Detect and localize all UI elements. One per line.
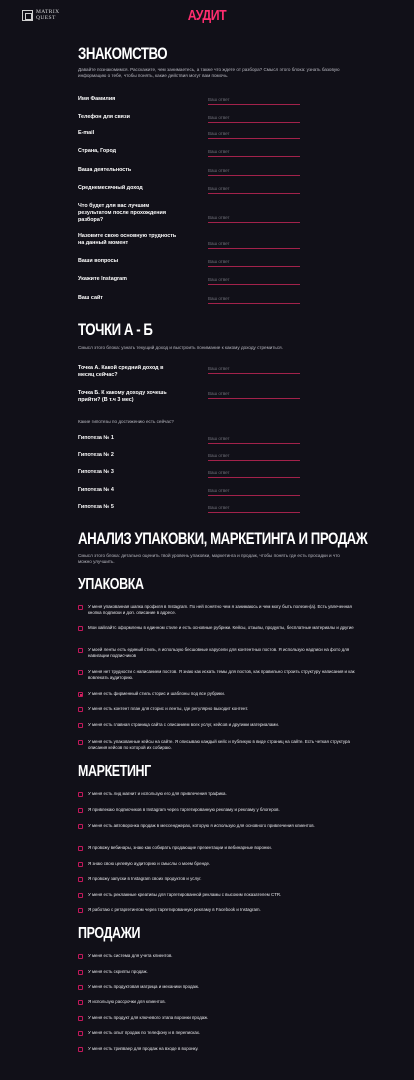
checklist-text: У меня есть упакованные кейсы на сайте. … bbox=[88, 739, 350, 751]
answer-input[interactable] bbox=[208, 276, 300, 285]
answer-input[interactable] bbox=[208, 185, 300, 194]
answer-input[interactable] bbox=[208, 487, 300, 496]
checklist-text: У меня есть система для учета клиентов. bbox=[88, 953, 173, 958]
field-label: Имя Фамилия bbox=[78, 96, 116, 102]
checklist-text: Я использую рассрочки для клиентов. bbox=[88, 999, 166, 1004]
field-label: Гипотеза № 5 bbox=[78, 504, 114, 510]
field-label: Точка А. Какой средний доход в месяц сей… bbox=[78, 365, 164, 378]
checkbox[interactable] bbox=[78, 877, 83, 882]
checkbox[interactable] bbox=[78, 723, 83, 728]
checklist-text: У меня есть трипваер для продаж на входе… bbox=[88, 1046, 199, 1051]
answer-input[interactable] bbox=[208, 504, 300, 513]
field-label: Назовите свою основную трудность на данн… bbox=[78, 233, 177, 246]
checklist-text: У меня есть скрипты продаж. bbox=[88, 969, 148, 974]
answer-input[interactable] bbox=[208, 365, 300, 374]
checklist-text: Я знаю свою целевую аудиторию и смыслы о… bbox=[88, 861, 211, 866]
checklist-text: У меня есть продуктовая матрица и механи… bbox=[88, 984, 200, 989]
field-label: Ваши вопросы bbox=[78, 258, 119, 264]
checkbox[interactable] bbox=[78, 626, 83, 631]
answer-input[interactable] bbox=[208, 130, 300, 139]
logo-mark-icon bbox=[22, 9, 33, 21]
answer-input[interactable] bbox=[208, 114, 300, 123]
checkbox[interactable] bbox=[78, 792, 83, 797]
answer-input[interactable] bbox=[208, 167, 300, 176]
checkbox[interactable] bbox=[78, 862, 83, 867]
checklist-text: Мои хайлайтс оформлены в единном стиле и… bbox=[88, 625, 354, 630]
answer-input[interactable] bbox=[208, 240, 300, 249]
field-label: Гипотеза № 3 bbox=[78, 469, 114, 475]
answer-input[interactable] bbox=[208, 258, 300, 267]
checkbox[interactable] bbox=[78, 670, 83, 675]
field-label: Укажите Instagram bbox=[78, 276, 127, 282]
checkbox[interactable] bbox=[78, 1047, 83, 1052]
field-label: Страна, Город bbox=[78, 148, 117, 154]
checkbox[interactable] bbox=[78, 954, 83, 959]
checklist-text: У меня есть рекламные креативы для тарге… bbox=[88, 892, 282, 897]
field-label: Среднемесячный доход bbox=[78, 185, 143, 191]
checklist-text: У меня есть автоворонка продаж в мессенд… bbox=[88, 823, 315, 828]
checkbox[interactable] bbox=[78, 846, 83, 851]
checklist-text: У меня есть продукт для ключевого этапа … bbox=[88, 1015, 209, 1020]
answer-input[interactable] bbox=[208, 96, 300, 105]
checkbox[interactable] bbox=[78, 824, 83, 829]
checkbox[interactable] bbox=[78, 1031, 83, 1036]
answer-input[interactable] bbox=[208, 390, 300, 399]
field-label: Что будет для вас лучшим результатом пос… bbox=[78, 203, 167, 223]
answer-input[interactable] bbox=[208, 469, 300, 478]
field-label: Ваша деятельность bbox=[78, 167, 132, 173]
answer-input[interactable] bbox=[208, 148, 300, 157]
checkbox[interactable] bbox=[78, 985, 83, 990]
header: MATRIX QUEST АУДИТ bbox=[0, 0, 414, 32]
checklist-text: Я привлекаю подписчиков в Instagram чере… bbox=[88, 807, 280, 812]
checkbox[interactable] bbox=[78, 970, 83, 975]
checklist-text: У моей ленты есть единый стиль, я исполь… bbox=[88, 647, 350, 659]
field-label: Ваш сайт bbox=[78, 295, 103, 301]
section-title-intro: ЗНАКОМСТВО bbox=[78, 44, 168, 63]
section-desc-analysis: Смысл этого блока: детально оценить твой… bbox=[78, 553, 340, 565]
section-desc-intro: Давайте познакомимся. Расскажите, чем за… bbox=[78, 67, 340, 79]
hypotheses-caption: Какие гипотезы по достижению есть сейчас… bbox=[78, 419, 174, 424]
subsection-title-marketing: МАРКЕТИНГ bbox=[78, 763, 151, 780]
answer-input[interactable] bbox=[208, 295, 300, 304]
field-label: Гипотеза № 2 bbox=[78, 452, 114, 458]
checkbox[interactable] bbox=[78, 692, 83, 697]
answer-input[interactable] bbox=[208, 435, 300, 444]
field-label: E-mail bbox=[78, 130, 95, 136]
field-label: Гипотеза № 1 bbox=[78, 435, 114, 441]
answer-input[interactable] bbox=[208, 214, 300, 223]
checkbox[interactable] bbox=[78, 808, 83, 813]
checklist-text: Я провожу вебинары, знаю как собирать пр… bbox=[88, 845, 272, 850]
checklist-text: У меня есть фирменный стиль сторис и шаб… bbox=[88, 691, 226, 696]
checklist-text: У меня нет трудности с написанием постов… bbox=[88, 669, 355, 681]
checkbox[interactable] bbox=[78, 893, 83, 898]
checkbox[interactable] bbox=[78, 648, 83, 653]
checkbox[interactable] bbox=[78, 605, 83, 610]
subsection-title-sales: ПРОДАЖИ bbox=[78, 925, 141, 942]
checkbox[interactable] bbox=[78, 707, 83, 712]
field-label: Телефон для связи bbox=[78, 114, 130, 120]
checklist-text: У меня есть главная страница сайта с опи… bbox=[88, 722, 280, 727]
page-title: АУДИТ bbox=[187, 7, 227, 24]
field-label: Гипотеза № 4 bbox=[78, 487, 114, 493]
checklist-text: У меня есть контент план для сторис и ле… bbox=[88, 706, 249, 711]
checklist-text: У меня упакованная шапка профиля в Insta… bbox=[88, 604, 352, 616]
section-title-analysis: АНАЛИЗ УПАКОВКИ, МАРКЕТИНГА И ПРОДАЖ bbox=[78, 529, 368, 548]
subsection-title-packaging: УПАКОВКА bbox=[78, 576, 144, 593]
section-desc-ab: Смысл этого блока: узнать текущий доход … bbox=[78, 345, 283, 350]
checkbox[interactable] bbox=[78, 1000, 83, 1005]
checklist-text: Я работаю с ретаргетингом через таргетир… bbox=[88, 907, 261, 912]
checkbox[interactable] bbox=[78, 908, 83, 913]
checkbox[interactable] bbox=[78, 1016, 83, 1021]
section-title-ab: ТОЧКИ А - Б bbox=[78, 320, 153, 339]
checkbox[interactable] bbox=[78, 740, 83, 745]
checklist-text: У меня есть опыт продаж по телефону и в … bbox=[88, 1030, 201, 1035]
checklist-text: У меня есть лид магнит и использую его д… bbox=[88, 791, 227, 796]
checklist-text: Я провожу запуски в Instagram своих прод… bbox=[88, 876, 202, 881]
field-label: Точка Б. К какому доходу хочешь прийти? … bbox=[78, 390, 167, 403]
answer-input[interactable] bbox=[208, 452, 300, 461]
